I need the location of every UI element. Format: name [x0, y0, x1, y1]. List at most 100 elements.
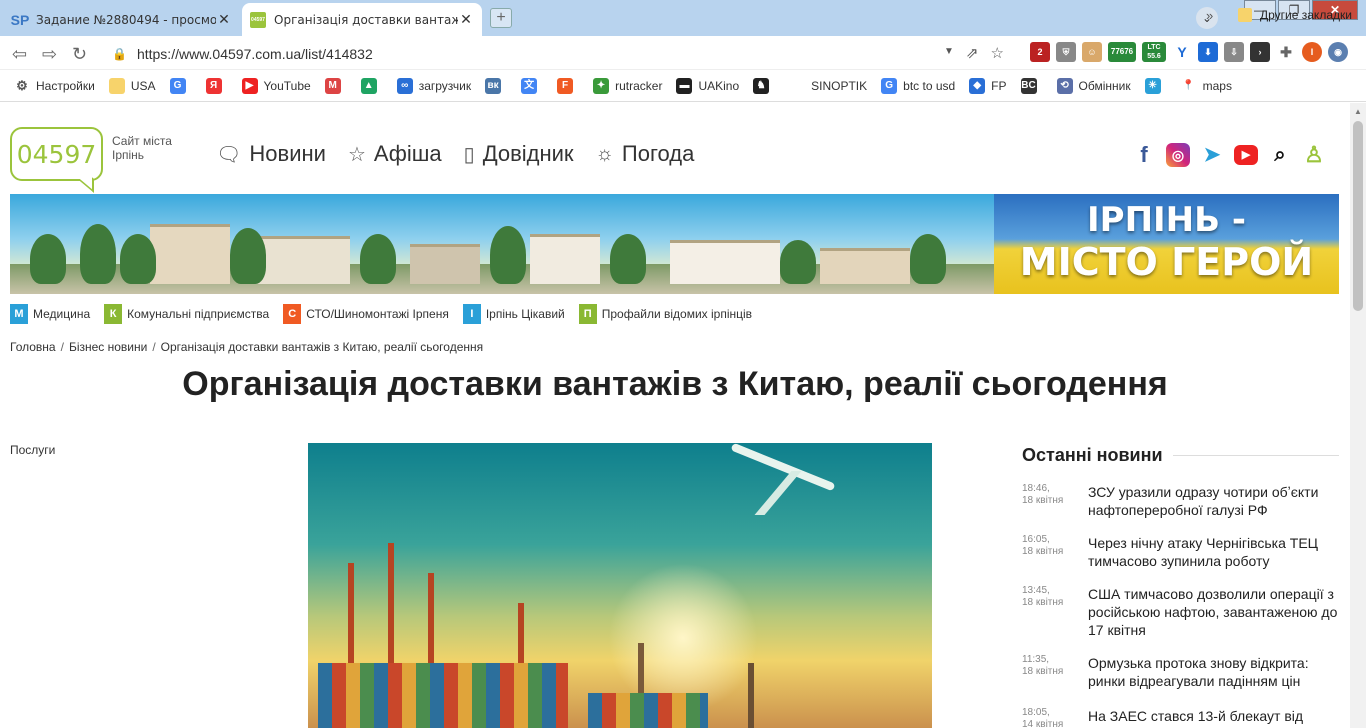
- news-time: 11:35, 18 квітня: [1022, 654, 1082, 678]
- bookmark-youtube[interactable]: ▶ YouTube: [241, 77, 311, 94]
- main-navigation: 🗨 Новини ☆ Афіша ▯ Довідник ☼ Погода: [216, 141, 694, 167]
- bookmark-translate[interactable]: 文: [521, 77, 543, 94]
- category-profiles[interactable]: П Профайли відомих ірпінців: [578, 304, 752, 324]
- exchange-icon: ⟲: [1056, 77, 1073, 94]
- banner-tree: [490, 226, 526, 284]
- scroll-up-arrow-icon[interactable]: ▲: [1354, 107, 1362, 116]
- bookmarks-more-button[interactable]: »: [1206, 8, 1213, 23]
- facebook-icon[interactable]: f: [1132, 143, 1156, 167]
- bookmark-usa[interactable]: USA: [108, 77, 156, 94]
- share-icon[interactable]: ⇗: [966, 44, 979, 62]
- close-tab-icon[interactable]: ✕: [216, 11, 232, 28]
- bookmark-fp[interactable]: ◆ FP: [969, 77, 1007, 94]
- download-icon[interactable]: ⬇: [1198, 42, 1218, 62]
- shield-icon[interactable]: ⛨: [1056, 42, 1076, 62]
- page-scrollbar[interactable]: ▲: [1350, 103, 1366, 728]
- rutracker-icon: ✦: [593, 77, 610, 94]
- news-title[interactable]: США тимчасово дозволили операції з росій…: [1088, 585, 1339, 639]
- category-utilities[interactable]: К Комунальні підприємства: [104, 304, 269, 324]
- scrollbar-thumb[interactable]: [1353, 121, 1363, 311]
- star-icon: ☆: [347, 143, 366, 166]
- other-bookmarks-folder[interactable]: Другие закладки: [1238, 8, 1352, 22]
- puzzle-icon[interactable]: ✚: [1276, 42, 1296, 62]
- bookmark-drive[interactable]: ▲: [360, 77, 383, 94]
- breadcrumb-business-news[interactable]: Бізнес новини: [69, 340, 147, 354]
- account-globe-icon[interactable]: ◉: [1328, 42, 1348, 62]
- banner-tree: [30, 234, 66, 284]
- banner-tree: [360, 234, 396, 284]
- back-arrow-icon[interactable]: ⇦: [12, 44, 27, 65]
- terminal-icon[interactable]: ›: [1250, 42, 1270, 62]
- bookmark-f[interactable]: F: [557, 77, 579, 94]
- city-banner[interactable]: ІРПІНЬ - МІСТО ГЕРОЙ: [10, 194, 1339, 294]
- bookmark-star-icon[interactable]: ☆: [990, 44, 1003, 62]
- banner-line1: ІРПІНЬ -: [1087, 200, 1246, 240]
- address-bar-actions: ▼ ⇗ ☆: [944, 44, 1004, 62]
- bookmark-google[interactable]: G: [169, 77, 192, 94]
- bookmark-star-burst[interactable]: ✳: [1144, 77, 1167, 94]
- nav-directory[interactable]: ▯ Довідник: [464, 141, 574, 167]
- instagram-icon[interactable]: ◎: [1166, 143, 1190, 167]
- tab-zadanie[interactable]: SP Задание №2880494 - просмотр з ✕: [4, 3, 240, 36]
- hero-airplane-wing: [754, 471, 802, 515]
- bookmark-gmail[interactable]: M: [324, 77, 347, 94]
- profile-avatar[interactable]: I: [1302, 42, 1322, 62]
- bookmark-yandex[interactable]: Я: [205, 77, 228, 94]
- news-time-text: 11:35,: [1022, 654, 1050, 665]
- breadcrumb: Головна / Бізнес новини / Організація достав…: [10, 340, 483, 354]
- url-text: https://www.04597.com.ua/list/414832: [136, 46, 373, 62]
- ltc-ticker-icon[interactable]: LTC 55.6: [1142, 42, 1166, 62]
- search-icon[interactable]: ⌕: [1268, 143, 1292, 167]
- forward-arrow-icon[interactable]: ⇨: [42, 44, 57, 65]
- article-category[interactable]: Послуги: [10, 443, 55, 457]
- close-tab-icon[interactable]: ✕: [458, 11, 474, 28]
- bookmark-загрузчик[interactable]: ∞ загрузчик: [396, 77, 471, 94]
- category-medicine[interactable]: М Медицина: [10, 304, 90, 324]
- youtube-icon[interactable]: ▶: [1234, 145, 1258, 165]
- banner-tree: [780, 240, 816, 284]
- nav-weather[interactable]: ☼ Погода: [596, 141, 695, 167]
- bookmark-обмінник[interactable]: ⟲ Обмінник: [1056, 77, 1131, 94]
- news-title[interactable]: Через нічну атаку Чернігівська ТЕЦ тимча…: [1088, 534, 1339, 570]
- news-date-text: 18 квітня: [1022, 597, 1064, 608]
- category-car-service[interactable]: С СТО/Шиномонтажі Ірпеня: [283, 304, 449, 324]
- y-icon[interactable]: Y: [1172, 42, 1192, 62]
- telegram-icon[interactable]: ➤: [1200, 143, 1224, 167]
- news-title[interactable]: На ЗАЕС стався 13-й блекаут від початку …: [1088, 707, 1339, 728]
- nav-label: Довідник: [482, 141, 574, 166]
- reload-icon[interactable]: ↻: [72, 44, 87, 65]
- face-icon[interactable]: ☺: [1082, 42, 1102, 62]
- bookmark-vk[interactable]: вк: [485, 77, 507, 94]
- dropdown-arrow-icon[interactable]: ▼: [944, 44, 954, 62]
- news-title[interactable]: ЗСУ уразили одразу чотири обʼєкти нафтоп…: [1088, 483, 1339, 519]
- logo-text: 04597: [16, 139, 97, 169]
- banner-tree: [120, 234, 156, 284]
- category-interesting[interactable]: І Ірпінь Цікавий: [462, 304, 565, 324]
- bookmark-настройки[interactable]: ⚙ Настройки: [14, 78, 95, 94]
- save-icon[interactable]: ⇩: [1224, 42, 1244, 62]
- tab-article[interactable]: 04597 Організація доставки вантажів з К …: [242, 3, 482, 36]
- bookmark-label: Обмінник: [1078, 78, 1131, 93]
- nav-events[interactable]: ☆ Афіша: [348, 141, 442, 167]
- bookmark-bc[interactable]: BC: [1020, 77, 1043, 94]
- site-favicon-icon: 04597: [250, 11, 266, 28]
- btc-ticker-icon[interactable]: 77676: [1108, 42, 1136, 62]
- bookmark-rutracker[interactable]: ✦ rutracker: [593, 77, 662, 94]
- bookmark-label: maps: [1202, 78, 1232, 93]
- user-icon[interactable]: ♙: [1302, 143, 1326, 167]
- bookmark-sinoptik[interactable]: 🌡 SINOPTIK: [789, 77, 867, 94]
- ext-badge-icon[interactable]: 2: [1030, 42, 1050, 62]
- news-title[interactable]: Ормузька протока знову відкрита: ринки в…: [1088, 654, 1339, 690]
- nav-news[interactable]: 🗨 Новини: [216, 141, 326, 167]
- site-logo[interactable]: 04597: [10, 127, 103, 181]
- news-time-text: 18:46,: [1022, 483, 1050, 494]
- category-badge: П: [578, 304, 597, 324]
- bookmark-btc-to-usd[interactable]: Gbtc to usd: [881, 77, 955, 94]
- bookmark-chess[interactable]: ♞: [753, 77, 775, 94]
- new-tab-button[interactable]: +: [490, 8, 512, 28]
- youtube-icon: ▶: [241, 77, 258, 94]
- bookmark-maps[interactable]: 📍 maps: [1180, 77, 1232, 94]
- bookmark-uakino[interactable]: ▬ UAKino: [676, 77, 739, 94]
- breadcrumb-home[interactable]: Головна: [10, 340, 56, 354]
- address-bar[interactable]: 🔒 https://www.04597.com.ua/list/414832: [104, 40, 1024, 68]
